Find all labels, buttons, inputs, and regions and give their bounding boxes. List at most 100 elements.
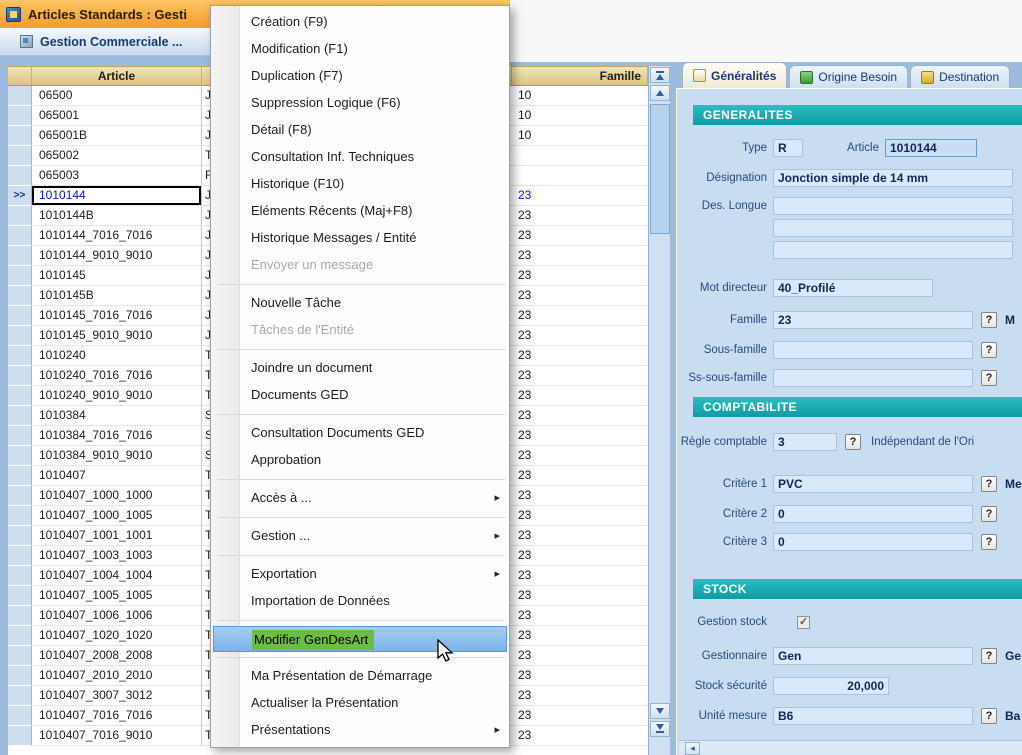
scroll-bottom-button[interactable] [650,721,670,737]
critere2-field[interactable]: 0 [773,505,973,523]
article-cell[interactable]: 1010144B [32,206,202,226]
scroll-down-button[interactable] [650,703,670,719]
regle-comptable-lookup-button[interactable]: ? [845,434,861,450]
mot-directeur-field[interactable]: 40_Profilé [773,279,933,297]
article-cell[interactable]: 1010144_9010_9010 [32,246,202,266]
article-cell[interactable]: 065003 [32,166,202,186]
scroll-thumb[interactable] [650,104,670,234]
menu-item-7[interactable]: Eléments Récents (Maj+F8) ▸ [211,198,509,225]
menu-item-3[interactable]: Suppression Logique (F6) ▸ [211,90,509,117]
gestionnaire-lookup-button[interactable]: ? [981,648,997,664]
menu-item-0[interactable]: Création (F9) ▸ [211,9,509,36]
article-cell[interactable]: 1010407_1003_1003 [32,546,202,566]
menu-item-18[interactable]: Approbation ▸ [211,447,509,474]
menu-item-25[interactable]: Importation de Données ▸ [211,588,509,615]
menu-item-14[interactable]: Joindre un document ▸ [211,355,509,382]
sous-famille-lookup-button[interactable]: ? [981,342,997,358]
scroll-top-button[interactable] [650,67,670,83]
menu-item-2[interactable]: Duplication (F7) ▸ [211,63,509,90]
article-cell[interactable]: 065002 [32,146,202,166]
menu-item-8[interactable]: Historique Messages / Entité ▸ [211,225,509,252]
critere3-lookup-button[interactable]: ? [981,534,997,550]
hscroll-left-button[interactable]: ◂ [685,742,700,755]
article-column-header[interactable]: Article [32,67,202,85]
article-field[interactable]: 1010144 [885,139,977,157]
famille-column-header[interactable]: Famille [512,67,648,85]
critere2-lookup-button[interactable]: ? [981,506,997,522]
unite-mesure-lookup-button[interactable]: ? [981,708,997,724]
sous-famille-field[interactable] [773,341,973,359]
menu-item-12[interactable]: Tâches de l'Entité ▸ [211,317,509,344]
critere3-field[interactable]: 0 [773,533,973,551]
article-cell[interactable]: 1010145 [32,266,202,286]
article-cell[interactable]: 1010407_1006_1006 [32,606,202,626]
article-cell[interactable]: 1010145_9010_9010 [32,326,202,346]
menu-item-17[interactable]: Consultation Documents GED ▸ [211,420,509,447]
famille-field[interactable]: 23 [773,311,973,329]
menu-item-13[interactable]: ▸ [211,344,509,355]
designation-field[interactable]: Jonction simple de 14 mm [773,169,1013,187]
article-cell[interactable]: 1010407_1000_1000 [32,486,202,506]
gestion-stock-checkbox[interactable] [797,616,810,629]
menu-item-5[interactable]: Consultation Inf. Techniques ▸ [211,144,509,171]
article-cell[interactable]: 1010407_7016_9010 [32,726,202,746]
article-cell[interactable]: 1010240_9010_9010 [32,386,202,406]
ss-sous-famille-lookup-button[interactable]: ? [981,370,997,386]
article-cell[interactable]: 065001B [32,126,202,146]
menu-item-20[interactable]: Accès à ... ▸ [211,485,509,512]
menu-item-11[interactable]: Nouvelle Tâche ▸ [211,290,509,317]
menu-item-15[interactable]: Documents GED ▸ [211,382,509,409]
menu-item-10[interactable]: ▸ [211,279,509,290]
panel-horizontal-scrollbar[interactable]: ◂ [679,740,1022,755]
grid-vertical-scrollbar[interactable] [648,66,670,755]
article-cell[interactable]: 1010407_1004_1004 [32,566,202,586]
article-cell[interactable]: 06500 [32,86,202,106]
article-cell[interactable]: 1010407_1000_1005 [32,506,202,526]
critere1-field[interactable]: PVC [773,475,973,493]
article-cell[interactable]: 1010384_9010_9010 [32,446,202,466]
article-cell[interactable]: 1010407_1005_1005 [32,586,202,606]
menu-item-27[interactable]: Modifier GenDesArt ▸ [213,626,507,652]
stock-securite-field[interactable]: 20,000 [773,677,889,695]
critere1-lookup-button[interactable]: ? [981,476,997,492]
menu-item-16[interactable]: ▸ [211,409,509,420]
article-cell[interactable]: 1010407_3007_3012 [32,686,202,706]
des-longue-field-2[interactable] [773,219,1013,237]
des-longue-field-1[interactable] [773,197,1013,215]
menu-item-6[interactable]: Historique (F10) ▸ [211,171,509,198]
menu-item-29[interactable]: Ma Présentation de Démarrage ▸ [211,663,509,690]
menu-item-28[interactable]: ▸ [211,652,509,663]
type-field[interactable]: R [773,139,803,157]
article-cell[interactable]: 1010145B [32,286,202,306]
unite-mesure-field[interactable]: B6 [773,707,973,725]
menu-item-19[interactable]: ▸ [211,474,509,485]
menu-item-21[interactable]: ▸ [211,512,509,523]
article-cell[interactable]: 1010407_1001_1001 [32,526,202,546]
article-cell[interactable]: 1010145_7016_7016 [32,306,202,326]
menu-item-30[interactable]: Actualiser la Présentation ▸ [211,690,509,717]
famille-lookup-button[interactable]: ? [981,312,997,328]
article-cell[interactable]: 1010407_1020_1020 [32,626,202,646]
scroll-up-button[interactable] [650,85,670,101]
tab-1[interactable]: Origine Besoin [789,65,908,88]
ss-sous-famille-field[interactable] [773,369,973,387]
article-cell[interactable]: 1010407_7016_7016 [32,706,202,726]
tab-0[interactable]: Généralités [682,62,787,88]
article-cell[interactable]: 1010384 [32,406,202,426]
article-cell[interactable]: 1010407_2010_2010 [32,666,202,686]
article-cell[interactable]: 1010240_7016_7016 [32,366,202,386]
article-cell[interactable]: 065001 [32,106,202,126]
menu-item-22[interactable]: Gestion ... ▸ [211,523,509,550]
regle-comptable-field[interactable]: 3 [773,433,837,451]
menu-item-9[interactable]: Envoyer un message ▸ [211,252,509,279]
des-longue-field-3[interactable] [773,241,1013,259]
menu-item-31[interactable]: Présentations ▸ [211,717,509,744]
tab-2[interactable]: Destination [910,65,1010,88]
article-cell[interactable]: 1010144 [32,186,202,206]
gestionnaire-field[interactable]: Gen [773,647,973,665]
menu-item-23[interactable]: ▸ [211,550,509,561]
article-cell[interactable]: 1010384_7016_7016 [32,426,202,446]
article-cell[interactable]: 1010407 [32,466,202,486]
article-cell[interactable]: 1010240 [32,346,202,366]
menu-item-4[interactable]: Détail (F8) ▸ [211,117,509,144]
